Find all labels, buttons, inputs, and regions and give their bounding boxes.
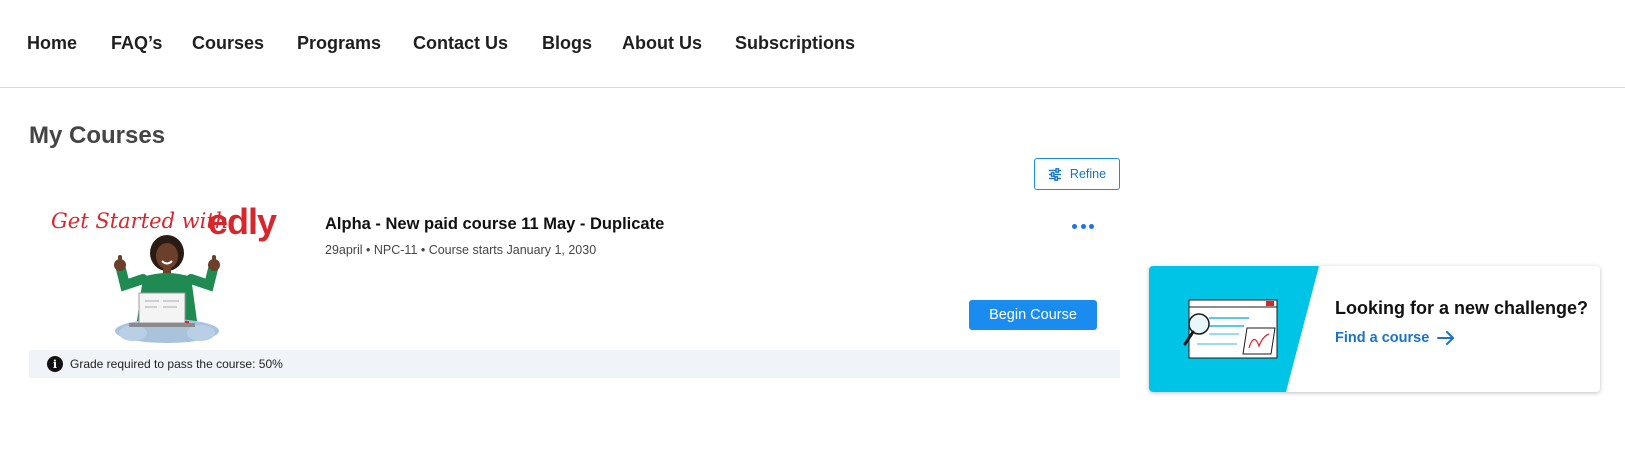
- begin-course-button[interactable]: Begin Course: [969, 300, 1097, 330]
- nav-about-us-link[interactable]: About Us: [622, 33, 702, 54]
- nav-blogs-link[interactable]: Blogs: [542, 33, 592, 54]
- main-navigation: Home FAQ’s Courses Programs Contact Us B…: [0, 0, 1625, 88]
- search-course-illustration: [1149, 266, 1319, 392]
- grade-requirement-text: Grade required to pass the course: 50%: [70, 357, 283, 371]
- refine-button[interactable]: Refine: [1034, 158, 1120, 190]
- nav-subscriptions-link[interactable]: Subscriptions: [735, 33, 855, 54]
- refine-label: Refine: [1069, 167, 1107, 181]
- info-icon: i: [47, 356, 63, 372]
- promo-title: Looking for a new challenge?: [1335, 298, 1589, 318]
- course-thumbnail[interactable]: Get Started with edly: [29, 203, 305, 350]
- course-card: Get Started with edly Alpha - New paid c…: [29, 203, 1120, 378]
- nav-home-link[interactable]: Home: [27, 33, 77, 54]
- nav-programs-link[interactable]: Programs: [297, 33, 381, 54]
- more-horizontal-icon[interactable]: [1072, 220, 1094, 232]
- find-a-course-link[interactable]: Find a course: [1335, 330, 1455, 346]
- course-title[interactable]: Alpha - New paid course 11 May - Duplica…: [325, 215, 664, 234]
- grade-requirement-banner: i Grade required to pass the course: 50%: [29, 350, 1120, 378]
- nav-courses-link[interactable]: Courses: [192, 33, 264, 54]
- find-course-promo-card: Looking for a new challenge? Find a cour…: [1149, 266, 1600, 392]
- sliders-icon: [1048, 167, 1061, 181]
- nav-faqs-link[interactable]: FAQ’s: [111, 33, 162, 54]
- course-meta: 29april • NPC-11 • Course starts January…: [325, 243, 597, 257]
- find-a-course-label: Find a course: [1335, 330, 1430, 346]
- nav-contact-us-link[interactable]: Contact Us: [413, 33, 508, 54]
- person-with-laptop-illustration: [114, 235, 220, 343]
- page-title: My Courses: [29, 122, 166, 149]
- arrow-right-icon: [1437, 331, 1455, 345]
